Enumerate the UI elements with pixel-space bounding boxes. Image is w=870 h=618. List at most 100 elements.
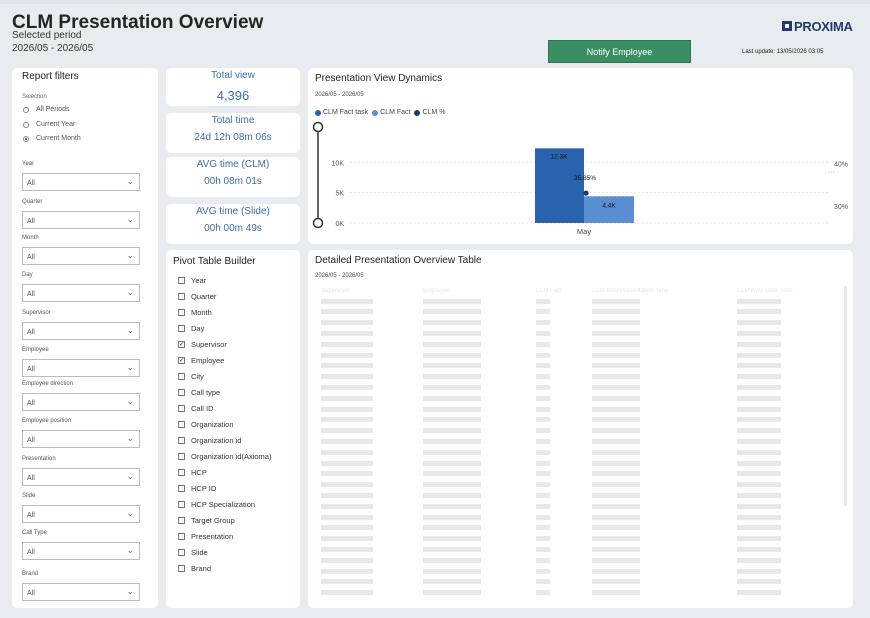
table-row (318, 372, 843, 383)
pivot-field-label: Month (191, 308, 212, 317)
pivot-field-label: Year (191, 276, 207, 285)
select-value: All (27, 180, 35, 187)
table-header-cell[interactable]: Employee (420, 286, 533, 297)
table-body (318, 297, 843, 599)
employee-filter-select[interactable]: All ⌄ (22, 359, 140, 377)
table-cell (420, 534, 533, 545)
y2-tick-label: 30% (834, 204, 848, 211)
table-cell (589, 297, 734, 308)
table-scrollbar[interactable] (844, 286, 847, 506)
blurred-text-placeholder (592, 525, 641, 531)
radio-current-month[interactable]: Current Month (23, 135, 81, 142)
table-cell (533, 524, 589, 535)
call-type-filter-label: Call Type (22, 530, 47, 536)
supervisor-filter-label: Supervisor (22, 310, 51, 316)
pivot-field-day[interactable]: Day (178, 324, 204, 333)
y2-tick-label: 40% (834, 162, 848, 169)
kpi-value: 24d 12h 08m 06s (194, 132, 272, 143)
pivot-field-organization[interactable]: Organization (178, 420, 234, 429)
table-cell (734, 459, 843, 470)
pivot-field-employee[interactable]: ✓ Employee (178, 356, 224, 365)
pivot-field-year[interactable]: Year (178, 276, 206, 285)
pivot-field-target-group[interactable]: Target Group (178, 516, 235, 525)
pivot-field-label: City (191, 372, 204, 381)
notify-employee-button[interactable]: Notify Employee (548, 40, 691, 63)
presentation-filter-label: Presentation (22, 456, 56, 462)
table-cell (533, 394, 589, 405)
radio-current-year[interactable]: Current Year (23, 121, 75, 128)
blurred-text-placeholder (423, 590, 482, 596)
pivot-field-brand[interactable]: Brand (178, 564, 211, 573)
pivot-field-supervisor[interactable]: ✓ Supervisor (178, 340, 227, 349)
blurred-text-placeholder (321, 493, 373, 499)
table-header-cell[interactable]: CLM Fact (533, 286, 589, 297)
employee-direction-filter-select[interactable]: All ⌄ (22, 393, 140, 411)
month-filter-select[interactable]: All ⌄ (22, 247, 140, 265)
bar-label-fact: 4.4K (602, 202, 616, 209)
brand-filter-select[interactable]: All ⌄ (22, 583, 140, 601)
employee-position-filter-label: Employee position (22, 418, 72, 424)
pivot-field-call-type[interactable]: Call type (178, 388, 220, 397)
pivot-field-presentation[interactable]: Presentation (178, 532, 233, 541)
chevron-down-icon: ⌄ (126, 471, 134, 481)
table-cell (420, 383, 533, 394)
pivot-field-hcp-specialization[interactable]: HCP Specialization (178, 500, 255, 509)
table-header-cell[interactable]: CLM AVG Slide Time (734, 286, 843, 297)
blurred-text-placeholder (736, 482, 781, 488)
table-cell (318, 513, 420, 524)
presentation-filter-select[interactable]: All ⌄ (22, 468, 140, 486)
pivot-field-organization-id[interactable]: Organization id (178, 436, 241, 445)
kpi-avg-time-slide: AVG time (Slide) 00h 00m 49s (166, 204, 300, 244)
pivot-field-label: Organization (191, 420, 234, 429)
pivot-field-label: Call ID (191, 404, 214, 413)
table-cell (734, 588, 843, 599)
table-cell (734, 567, 843, 578)
pivot-field-call-id[interactable]: Call ID (178, 404, 214, 413)
pivot-field-month[interactable]: Month (178, 308, 212, 317)
table-header-cell[interactable]: Supervisor (318, 286, 420, 297)
pivot-field-label: Slide (191, 548, 208, 557)
blurred-text-placeholder (535, 579, 550, 585)
point-clm-pct (583, 190, 589, 196)
slide-filter-select[interactable]: All ⌄ (22, 505, 140, 523)
table-cell (589, 340, 734, 351)
blurred-text-placeholder (592, 536, 641, 542)
table-cell (318, 308, 420, 319)
table-cell (589, 588, 734, 599)
table-cell (589, 372, 734, 383)
day-filter-select[interactable]: All ⌄ (22, 284, 140, 302)
blurred-text-placeholder (535, 471, 550, 477)
table-row (318, 470, 843, 481)
pivot-field-quarter[interactable]: Quarter (178, 292, 216, 301)
pivot-field-hcp-id[interactable]: HCP ID (178, 484, 216, 493)
table-cell (533, 459, 589, 470)
table-cell (318, 588, 420, 599)
range-slider-handle-bottom (312, 217, 324, 229)
table-row (318, 578, 843, 589)
table-header-cell[interactable]: CLM AVG Presentation Time (589, 286, 734, 297)
blurred-text-placeholder (321, 406, 373, 412)
employee-position-filter-select[interactable]: All ⌄ (22, 430, 140, 448)
radio-all-periods[interactable]: All Periods (23, 106, 69, 113)
chevron-down-icon: ⌄ (126, 362, 134, 372)
pivot-field-slide[interactable]: Slide (178, 548, 208, 557)
blurred-text-placeholder (321, 428, 373, 434)
table-cell (318, 405, 420, 416)
quarter-filter-select[interactable]: All ⌄ (22, 211, 140, 229)
pivot-field-hcp[interactable]: HCP (178, 468, 207, 477)
blurred-text-placeholder (736, 503, 781, 509)
supervisor-filter-select[interactable]: All ⌄ (22, 322, 140, 340)
select-value: All (27, 291, 35, 298)
blurred-text-placeholder (423, 320, 482, 326)
pivot-field-organization-id-axioma[interactable]: Organization id(Axioma) (178, 452, 271, 461)
blurred-text-placeholder (321, 352, 373, 358)
call-type-filter-select[interactable]: All ⌄ (22, 542, 140, 560)
checkbox-icon (178, 549, 185, 556)
table-cell (420, 437, 533, 448)
pivot-field-city[interactable]: City (178, 372, 204, 381)
blurred-text-placeholder (592, 557, 641, 563)
year-filter-select[interactable]: All ⌄ (22, 173, 140, 191)
table-period: 2026/05 - 2026/05 (315, 273, 364, 279)
table-cell (734, 470, 843, 481)
table-cell (318, 362, 420, 373)
